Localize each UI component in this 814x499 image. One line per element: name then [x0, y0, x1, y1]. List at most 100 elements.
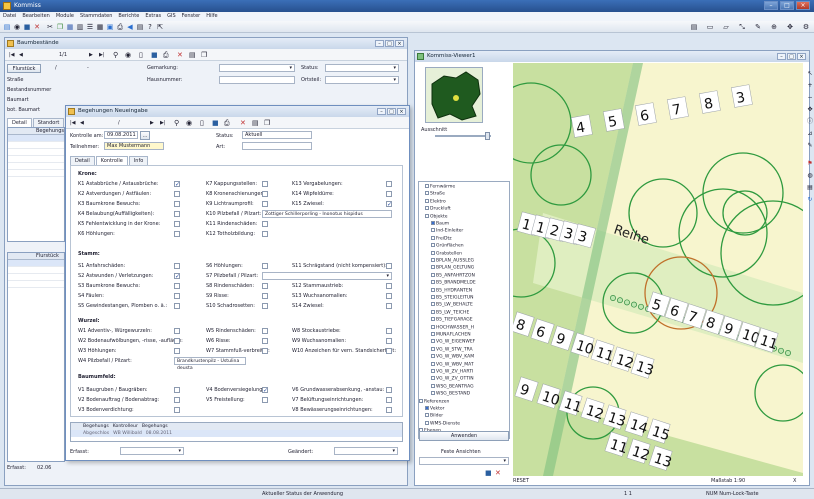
delete-icon[interactable]: ✕: [33, 23, 41, 31]
layer-tree-item[interactable]: FreiDtz: [431, 235, 452, 241]
menu-extras[interactable]: Extras: [145, 12, 161, 21]
layer-checkbox[interactable]: [425, 406, 429, 410]
status-select[interactable]: ▾: [325, 64, 399, 72]
layer-checkbox[interactable]: [431, 332, 435, 336]
prev-record-icon[interactable]: ◀: [80, 120, 84, 126]
window-maximize-button[interactable]: □: [385, 40, 394, 47]
layer-checkbox[interactable]: [431, 265, 435, 270]
table-row[interactable]: [8, 274, 64, 281]
v7-checkbox[interactable]: [386, 397, 392, 403]
date-picker-button[interactable]: …: [140, 131, 150, 140]
last-record-icon[interactable]: ▶|: [160, 120, 166, 126]
table-row[interactable]: [8, 142, 64, 149]
s12-checkbox[interactable]: [386, 283, 392, 289]
k1-checkbox[interactable]: ✓: [174, 181, 180, 188]
layer-checkbox[interactable]: [425, 206, 429, 211]
cut-icon[interactable]: ✂: [46, 23, 54, 31]
zoom-slider[interactable]: [435, 135, 491, 137]
measure-icon[interactable]: ⊿: [806, 130, 814, 138]
layer-tree-item[interactable]: Baum: [431, 221, 449, 227]
table-row[interactable]: [8, 260, 64, 267]
layer-checkbox[interactable]: [431, 317, 435, 322]
menu-module[interactable]: Module: [56, 12, 74, 21]
layer-checkbox[interactable]: [431, 354, 435, 359]
layer-checkbox[interactable]: [431, 221, 435, 225]
layer-checkbox[interactable]: [431, 258, 435, 262]
window-close-button[interactable]: ×: [395, 40, 404, 47]
layer-checkbox[interactable]: [431, 324, 435, 329]
layer-tree-item[interactable]: WMS-Dienste: [425, 420, 460, 426]
s11-checkbox[interactable]: [386, 263, 392, 269]
layer-tree-item[interactable]: VG_W_WBV_MAT: [431, 361, 474, 367]
flag-icon[interactable]: ⚑: [806, 160, 814, 168]
layer-icon[interactable]: ▤: [690, 23, 698, 31]
layer-tree-item[interactable]: Straße: [425, 191, 445, 197]
first-record-icon[interactable]: |◀: [70, 120, 76, 126]
table-row[interactable]: [8, 149, 64, 156]
next-record-icon[interactable]: ▶: [150, 120, 154, 126]
pan-icon[interactable]: ✥: [806, 106, 814, 114]
column-header[interactable]: Begehungs: [83, 423, 109, 430]
table-row[interactable]: Abgeschlos WB Willibald 08.08.2011: [71, 430, 402, 437]
new-record-icon[interactable]: ▯: [200, 119, 204, 127]
menu-hilfe[interactable]: Hilfe: [206, 12, 217, 21]
feste-ansichten-select[interactable]: ▾: [419, 457, 509, 465]
layer-tree-item[interactable]: Grünflächen: [431, 243, 464, 249]
layer-tree-item[interactable]: B5_ANFAHRTZON: [431, 272, 475, 278]
v8-checkbox[interactable]: [386, 407, 392, 413]
layer-tree-item[interactable]: VG_W_ZV_OTTIN: [431, 376, 474, 382]
k6-checkbox[interactable]: [174, 231, 180, 237]
layer-checkbox[interactable]: [431, 369, 435, 373]
layer-tree-item[interactable]: BPLAN_GELTUNG: [431, 265, 474, 271]
layer-checkbox[interactable]: [425, 184, 429, 188]
k13-checkbox[interactable]: [386, 181, 392, 187]
filter-icon[interactable]: ⚲: [174, 119, 179, 127]
erfasst-select[interactable]: ▾: [120, 447, 184, 455]
k2-checkbox[interactable]: [174, 191, 180, 197]
v1-checkbox[interactable]: [174, 387, 180, 393]
print-record-icon[interactable]: ⎙: [163, 51, 169, 60]
layer-checkbox[interactable]: [431, 309, 435, 314]
next-record-icon[interactable]: ▶: [89, 52, 93, 58]
area-icon[interactable]: ▱: [722, 23, 730, 31]
s14-checkbox[interactable]: [386, 303, 392, 309]
save-record-icon[interactable]: ■: [212, 119, 219, 127]
list-icon[interactable]: ☰: [86, 23, 94, 31]
menu-berichte[interactable]: Berichte: [118, 12, 139, 21]
s2-checkbox[interactable]: ✓: [174, 273, 180, 280]
tab-detail[interactable]: Detail: [7, 118, 32, 127]
overview-map[interactable]: [425, 67, 483, 123]
menu-gis[interactable]: GIS: [167, 12, 176, 21]
s8-checkbox[interactable]: [262, 283, 268, 289]
layer-checkbox[interactable]: [431, 302, 435, 307]
w7-checkbox[interactable]: [262, 348, 268, 354]
layer-checkbox[interactable]: [425, 420, 429, 425]
menu-fenster[interactable]: Fenster: [182, 12, 201, 21]
last-record-icon[interactable]: ▶|: [99, 52, 105, 58]
layer-tree-item[interactable]: B5_TIEFGARAGE: [431, 317, 473, 323]
s7-pilzart-select[interactable]: ▾: [262, 272, 392, 280]
close-button[interactable]: ×: [796, 1, 810, 10]
v4-checkbox[interactable]: ✓: [262, 387, 268, 394]
map-icon[interactable]: ▤: [136, 23, 144, 31]
layer-tree-item[interactable]: Referenzen: [419, 398, 449, 404]
w4-pilzart-select[interactable]: Brandkrustenpilz - Ustulina deusta: [174, 357, 246, 371]
layer-tree-item[interactable]: VG_W_EIGENWEF: [431, 339, 475, 345]
tab-kontrolle[interactable]: Kontrolle: [95, 156, 128, 165]
map-drawing[interactable]: 4 5 6 7 8 31 1 2 3 35 6 7 8 9 10118 6 9 101112139 10 11 12 13…: [513, 63, 803, 476]
layer-tree-item[interactable]: HOCHWASSER_H: [431, 324, 474, 330]
k14-checkbox[interactable]: [386, 191, 392, 197]
column-header[interactable]: Begehungs: [142, 423, 168, 430]
w1-checkbox[interactable]: [174, 328, 180, 334]
viewer-close-button[interactable]: ×: [797, 53, 806, 60]
k11-checkbox[interactable]: [262, 221, 268, 227]
copy-record-icon[interactable]: ❐: [201, 51, 207, 59]
new-record-icon[interactable]: ▯: [139, 51, 143, 59]
layer-tree-item[interactable]: Objekte: [425, 213, 448, 219]
globe-icon[interactable]: ◍: [806, 172, 814, 180]
layer-checkbox[interactable]: [431, 295, 435, 299]
maximize-button[interactable]: □: [780, 1, 794, 10]
k4-checkbox[interactable]: [174, 211, 180, 217]
w9-checkbox[interactable]: [386, 338, 392, 344]
prev-record-icon[interactable]: ◀: [19, 52, 23, 58]
